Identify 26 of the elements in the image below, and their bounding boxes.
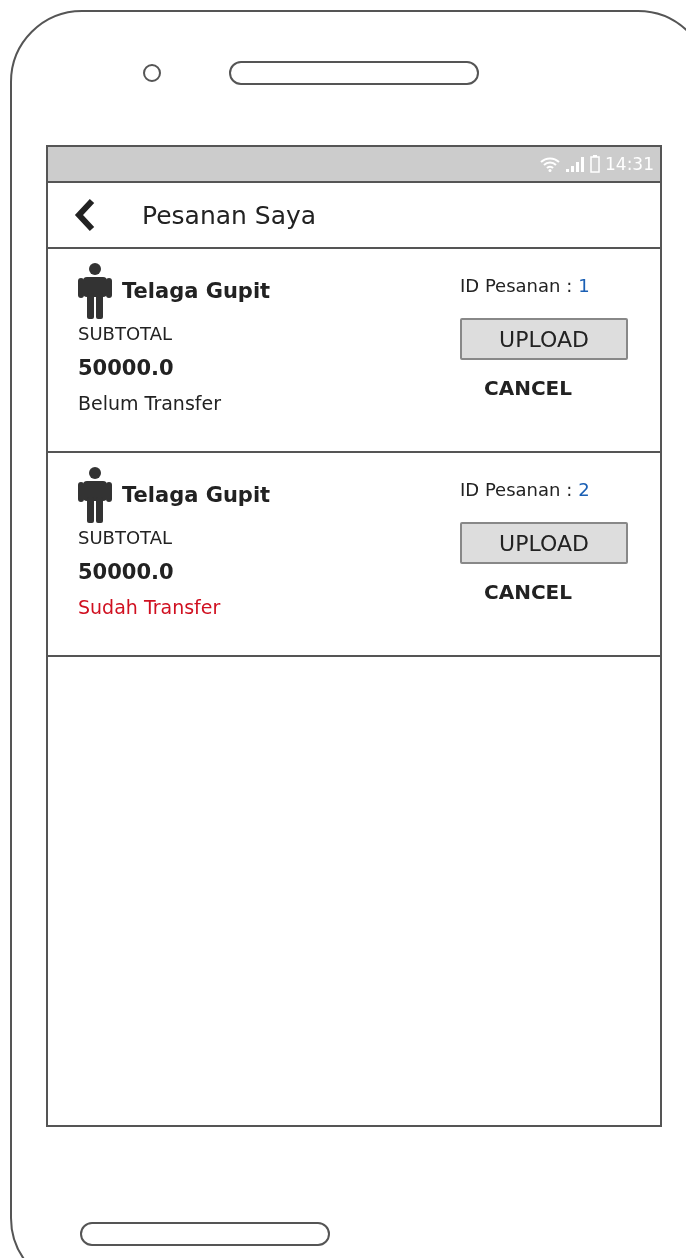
screen-title: Pesanan Saya: [142, 200, 317, 230]
order-id-label: ID Pesanan :: [460, 275, 573, 296]
cancel-button[interactable]: CANCEL: [480, 376, 576, 400]
payment-status: Belum Transfer: [78, 392, 222, 414]
speaker-icon: [229, 61, 479, 85]
order-id-label: ID Pesanan :: [460, 479, 573, 500]
subtotal-label: SUBTOTAL: [78, 323, 174, 344]
subtotal-amount: 50000.0: [78, 560, 175, 584]
shop-name: Telaga Gupit: [122, 483, 271, 507]
person-icon: [78, 263, 112, 319]
shop-name: Telaga Gupit: [122, 279, 271, 303]
order-id: 1: [578, 275, 590, 296]
subtotal-amount: 50000.0: [78, 356, 175, 380]
camera-icon: [143, 64, 161, 82]
home-bar-icon: [80, 1222, 330, 1246]
order-id: 2: [578, 479, 590, 500]
upload-button[interactable]: UPLOAD: [460, 522, 628, 564]
subtotal-label: SUBTOTAL: [78, 527, 174, 548]
battery-icon: [590, 155, 600, 173]
wifi-icon: [540, 156, 560, 172]
signal-icon: [565, 156, 585, 172]
back-icon[interactable]: [74, 198, 96, 232]
payment-status: Sudah Transfer: [78, 596, 222, 618]
cancel-button[interactable]: CANCEL: [480, 580, 576, 604]
person-icon: [78, 467, 112, 523]
upload-button[interactable]: UPLOAD: [460, 318, 628, 360]
